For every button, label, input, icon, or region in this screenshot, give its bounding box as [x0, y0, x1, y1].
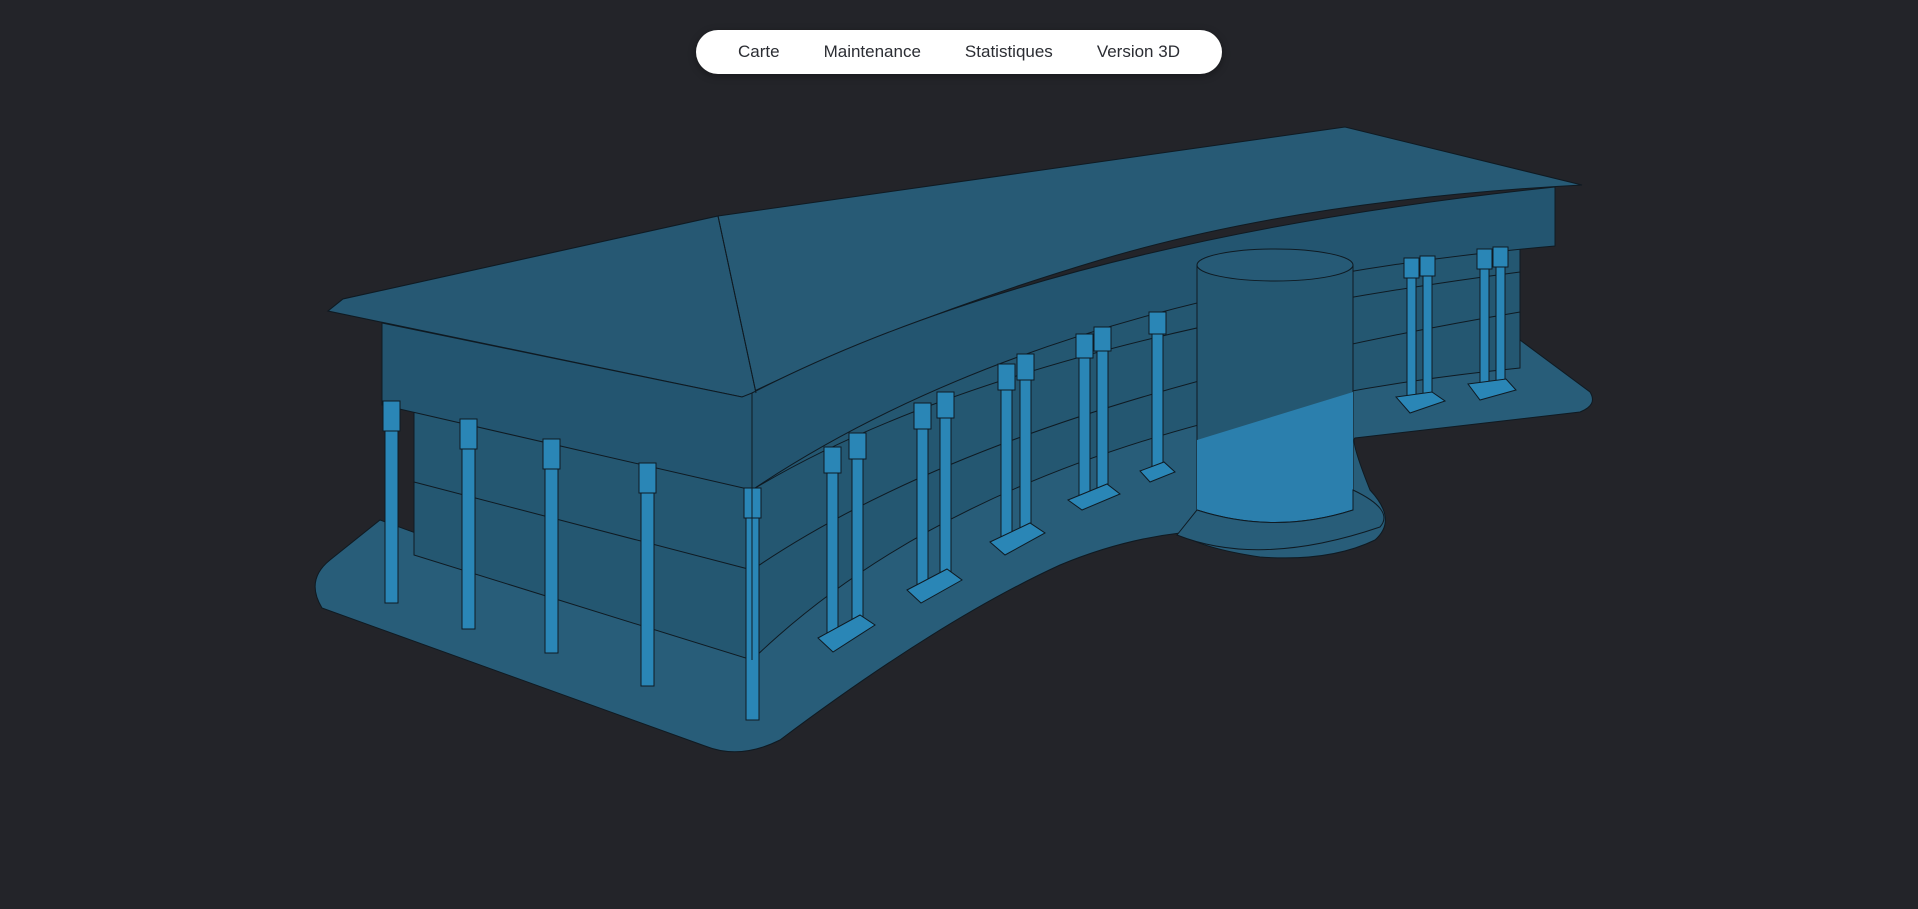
pillar	[384, 402, 399, 604]
pillar	[544, 440, 559, 654]
pillar-cap	[459, 418, 478, 450]
pillar	[640, 464, 655, 687]
pillar	[461, 420, 476, 630]
pillar-cap	[542, 438, 561, 470]
pillar-cap	[638, 462, 657, 494]
building-3d-view[interactable]	[0, 0, 1918, 909]
pillar-cap	[382, 400, 401, 432]
cylinder-tower	[1176, 248, 1385, 551]
